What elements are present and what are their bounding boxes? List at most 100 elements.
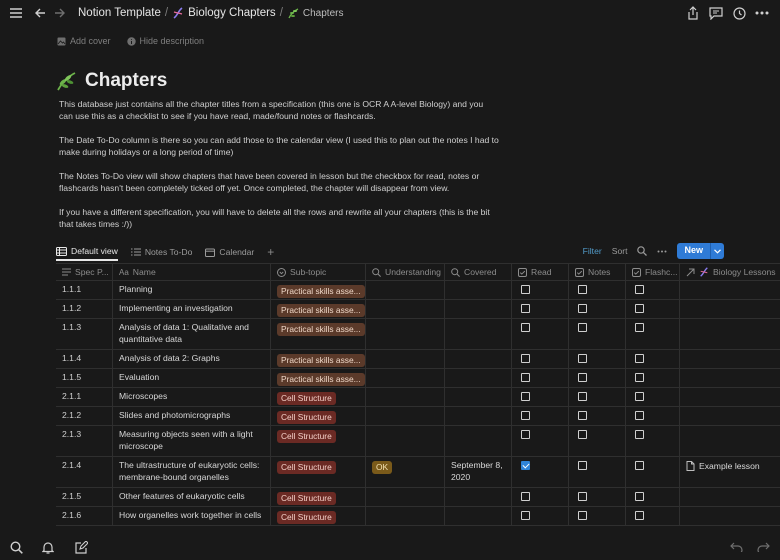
cell-spec[interactable]: 2.1.4 [56, 457, 113, 487]
cell-understanding[interactable] [366, 369, 445, 387]
comment-icon[interactable] [706, 3, 726, 23]
lesson-link[interactable]: Example lesson [686, 461, 774, 471]
flashcards-checkbox[interactable] [635, 461, 644, 470]
cell-name[interactable]: Analysis of data 1: Qualitative and quan… [113, 319, 271, 349]
cell-read[interactable] [512, 369, 569, 387]
notes-checkbox[interactable] [578, 492, 587, 501]
cell-biology-lessons[interactable] [680, 281, 780, 299]
cell-notes[interactable] [569, 319, 626, 349]
cell-spec[interactable]: 1.1.1 [56, 281, 113, 299]
read-checkbox[interactable] [521, 430, 530, 439]
cell-read[interactable] [512, 319, 569, 349]
cell-covered[interactable]: September 8, 2020 [445, 457, 512, 487]
more-icon[interactable] [657, 250, 667, 253]
flashcards-checkbox[interactable] [635, 354, 644, 363]
cell-name[interactable]: Implementing an investigation [113, 300, 271, 318]
cell-flash[interactable] [626, 488, 680, 506]
table-row[interactable]: 1.1.5 Evaluation Practical skills asse... [56, 369, 780, 388]
tab-calendar[interactable]: Calendar [205, 243, 254, 261]
breadcrumb-parent[interactable]: Biology Chapters [172, 7, 276, 19]
table-row[interactable]: 2.1.3 Measuring objects seen with a light… [56, 426, 780, 457]
chevron-down-icon[interactable] [710, 243, 724, 259]
read-checkbox[interactable] [521, 511, 530, 520]
cell-spec[interactable]: 2.1.6 [56, 507, 113, 525]
cell-name[interactable]: Slides and photomicrographs [113, 407, 271, 425]
cell-flash[interactable] [626, 388, 680, 406]
read-checkbox[interactable] [521, 323, 530, 332]
cell-name[interactable]: The ultrastructure of eukaryotic cells: … [113, 457, 271, 487]
table-row[interactable]: 2.1.2 Slides and photomicrographs Cell Str… [56, 407, 780, 426]
column-header-sub-topic[interactable]: Sub-topic [271, 264, 366, 280]
cell-flash[interactable] [626, 281, 680, 299]
cell-notes[interactable] [569, 507, 626, 525]
notes-checkbox[interactable] [578, 392, 587, 401]
cell-name[interactable]: Measuring objects seen with a light micr… [113, 426, 271, 456]
cell-notes[interactable] [569, 300, 626, 318]
cell-biology-lessons[interactable] [680, 350, 780, 368]
read-checkbox[interactable] [521, 392, 530, 401]
page-description[interactable]: This database just contains all the chap… [59, 98, 499, 242]
table-row[interactable]: 2.1.4 The ultrastructure of eukaryotic ce… [56, 457, 780, 488]
cell-covered[interactable] [445, 426, 512, 456]
column-header-notes[interactable]: Notes [569, 264, 626, 280]
table-row[interactable]: 1.1.3 Analysis of data 1: Qualitative and… [56, 319, 780, 350]
cell-notes[interactable] [569, 488, 626, 506]
cell-covered[interactable] [445, 388, 512, 406]
cell-sub-topic[interactable]: Cell Structure [271, 388, 366, 406]
cell-sub-topic[interactable]: Cell Structure [271, 457, 366, 487]
cell-read[interactable] [512, 350, 569, 368]
compose-icon[interactable] [72, 538, 90, 556]
cell-sub-topic[interactable]: Cell Structure [271, 488, 366, 506]
cell-notes[interactable] [569, 388, 626, 406]
flashcards-checkbox[interactable] [635, 511, 644, 520]
cell-understanding[interactable] [366, 488, 445, 506]
flashcards-checkbox[interactable] [635, 392, 644, 401]
cell-covered[interactable] [445, 319, 512, 349]
notes-checkbox[interactable] [578, 373, 587, 382]
cell-covered[interactable] [445, 281, 512, 299]
cell-flash[interactable] [626, 369, 680, 387]
cell-flash[interactable] [626, 407, 680, 425]
column-header-name[interactable]: Aa Name [113, 264, 271, 280]
cell-name[interactable]: Other features of eukaryotic cells [113, 488, 271, 506]
cell-understanding[interactable] [366, 300, 445, 318]
table-row[interactable]: 2.1.5 Other features of eukaryotic cells C… [56, 488, 780, 507]
more-icon[interactable] [752, 3, 772, 23]
flashcards-checkbox[interactable] [635, 411, 644, 420]
read-checkbox[interactable] [521, 304, 530, 313]
breadcrumb-current[interactable]: Chapters [287, 7, 343, 19]
cell-biology-lessons[interactable] [680, 507, 780, 525]
undo-icon[interactable] [727, 538, 745, 556]
cell-understanding[interactable] [366, 319, 445, 349]
filter-button[interactable]: Filter [583, 246, 602, 256]
column-header-understanding[interactable]: Understanding [366, 264, 445, 280]
notes-checkbox[interactable] [578, 411, 587, 420]
cell-flash[interactable] [626, 300, 680, 318]
share-icon[interactable] [683, 3, 703, 23]
cell-understanding[interactable]: OK [366, 457, 445, 487]
cell-read[interactable] [512, 457, 569, 487]
notes-checkbox[interactable] [578, 461, 587, 470]
cell-sub-topic[interactable]: Practical skills asse... [271, 300, 366, 318]
sort-button[interactable]: Sort [612, 246, 628, 256]
back-arrow-icon[interactable] [30, 3, 50, 23]
page-title[interactable]: Chapters [85, 70, 167, 92]
table-row[interactable]: 1.1.1 Planning Practical skills asse... [56, 281, 780, 300]
hide-description-button[interactable]: Hide description [126, 36, 204, 46]
cell-spec[interactable]: 2.1.3 [56, 426, 113, 456]
cell-flash[interactable] [626, 507, 680, 525]
notes-checkbox[interactable] [578, 323, 587, 332]
cell-covered[interactable] [445, 507, 512, 525]
table-row[interactable]: 2.1.1 Microscopes Cell Structure [56, 388, 780, 407]
flashcards-checkbox[interactable] [635, 285, 644, 294]
table-row[interactable]: 1.1.2 Implementing an investigation Practi… [56, 300, 780, 319]
cell-read[interactable] [512, 388, 569, 406]
cell-flash[interactable] [626, 319, 680, 349]
cell-covered[interactable] [445, 300, 512, 318]
cell-biology-lessons[interactable] [680, 488, 780, 506]
read-checkbox[interactable] [521, 461, 530, 470]
table-row[interactable]: 1.1.4 Analysis of data 2: Graphs Practical… [56, 350, 780, 369]
cell-name[interactable]: Evaluation [113, 369, 271, 387]
column-header-spec[interactable]: Spec P... [56, 264, 113, 280]
redo-icon[interactable] [754, 538, 772, 556]
